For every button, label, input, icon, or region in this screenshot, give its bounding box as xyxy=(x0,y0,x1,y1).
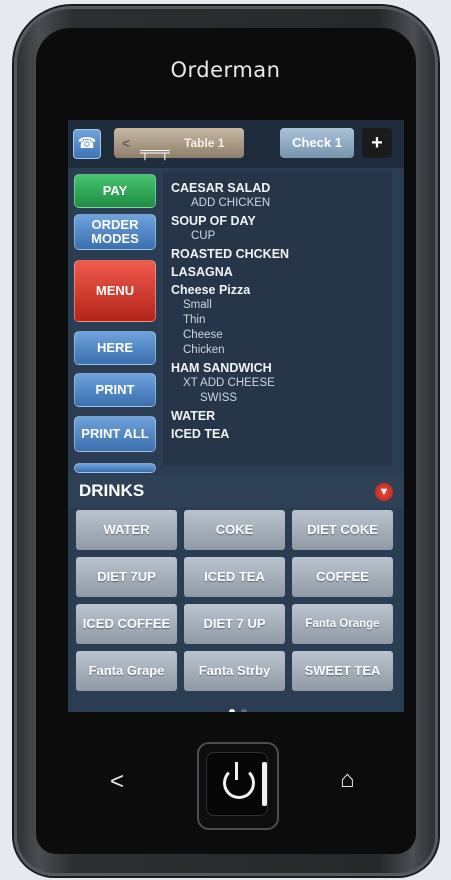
order-item[interactable]: SOUP OF DAY xyxy=(163,214,392,229)
sidebar-button-here[interactable]: HERE xyxy=(74,331,156,365)
sidebar-button-print[interactable]: PRINT xyxy=(74,373,156,407)
drink-button-coke[interactable]: COKE xyxy=(184,510,285,550)
top-bar: ☎ < ╤═╤ Table 1 Check 1 + xyxy=(68,120,404,168)
order-item-modifier[interactable]: CUP xyxy=(163,229,392,244)
drink-button-iced-tea[interactable]: ICED TEA xyxy=(184,557,285,597)
drink-button-fanta-strby[interactable]: Fanta Strby xyxy=(184,651,285,691)
order-item[interactable]: LASAGNA xyxy=(163,265,392,280)
order-item[interactable]: WATER xyxy=(163,409,392,424)
chevron-left-icon: < xyxy=(122,135,131,151)
order-item[interactable]: CAESAR SALAD xyxy=(163,181,392,196)
table-selector-button[interactable]: < ╤═╤ Table 1 xyxy=(114,128,244,159)
back-key[interactable]: < xyxy=(110,768,124,796)
order-item-modifier[interactable]: Small xyxy=(163,298,392,313)
category-bar: DRINKS ▼ xyxy=(68,475,404,507)
drink-button-water[interactable]: WATER xyxy=(76,510,177,550)
power-indicator xyxy=(262,762,267,806)
page-dot[interactable] xyxy=(229,709,235,712)
order-item[interactable]: Cheese Pizza xyxy=(163,283,392,298)
order-item-modifier[interactable]: SWISS xyxy=(163,391,392,406)
sidebar-button-more[interactable] xyxy=(74,463,156,473)
page-dot[interactable] xyxy=(241,709,247,712)
home-icon[interactable]: ⌂ xyxy=(340,766,355,794)
order-item-modifier[interactable]: Chicken xyxy=(163,343,392,358)
order-item-modifier[interactable]: Thin xyxy=(163,313,392,328)
brand-logo: Orderman xyxy=(170,58,281,82)
drink-button-fanta-orange[interactable]: Fanta Orange xyxy=(292,604,393,644)
order-item-modifier[interactable]: XT ADD CHEESE xyxy=(163,376,392,391)
drink-button-diet-coke[interactable]: DIET COKE xyxy=(292,510,393,550)
sidebar-button-order-modes[interactable]: ORDER MODES xyxy=(74,214,156,250)
page-indicator xyxy=(226,702,250,712)
check-button[interactable]: Check 1 xyxy=(280,128,354,158)
power-icon xyxy=(223,767,255,799)
drink-button-diet-7up[interactable]: DIET 7UP xyxy=(76,557,177,597)
order-list: CAESAR SALAD ADD CHICKEN SOUP OF DAY CUP ROA… xyxy=(163,172,392,466)
drink-button-diet-7-up[interactable]: DIET 7 UP xyxy=(184,604,285,644)
order-item[interactable]: HAM SANDWICH xyxy=(163,361,392,376)
drink-button-sweet-tea[interactable]: SWEET TEA xyxy=(292,651,393,691)
order-item[interactable]: ICED TEA xyxy=(163,427,392,442)
arrow-down-icon[interactable]: ▼ xyxy=(375,483,393,501)
sidebar-button-menu[interactable]: MENU xyxy=(74,260,156,322)
order-item-modifier[interactable]: ADD CHICKEN xyxy=(163,196,392,211)
sidebar-button-pay[interactable]: PAY xyxy=(74,174,156,208)
drink-button-iced-coffee[interactable]: ICED COFFEE xyxy=(76,604,177,644)
power-button[interactable] xyxy=(206,752,268,816)
drink-button-fanta-grape[interactable]: Fanta Grape xyxy=(76,651,177,691)
power-icon-line xyxy=(235,762,238,780)
order-item[interactable]: ROASTED CHCKEN xyxy=(163,247,392,262)
table-label: Table 1 xyxy=(184,136,225,150)
category-title: DRINKS xyxy=(79,481,145,500)
add-check-button[interactable]: + xyxy=(362,128,392,158)
order-item-modifier[interactable]: Cheese xyxy=(163,328,392,343)
sidebar-button-print-all[interactable]: PRINT ALL xyxy=(74,416,156,452)
screen: ☎ < ╤═╤ Table 1 Check 1 + PAY ORDER MODES… xyxy=(68,120,404,712)
table-icon: ╤═╤ xyxy=(140,143,170,159)
drink-button-coffee[interactable]: COFFEE xyxy=(292,557,393,597)
phone-icon[interactable]: ☎ xyxy=(73,129,101,159)
